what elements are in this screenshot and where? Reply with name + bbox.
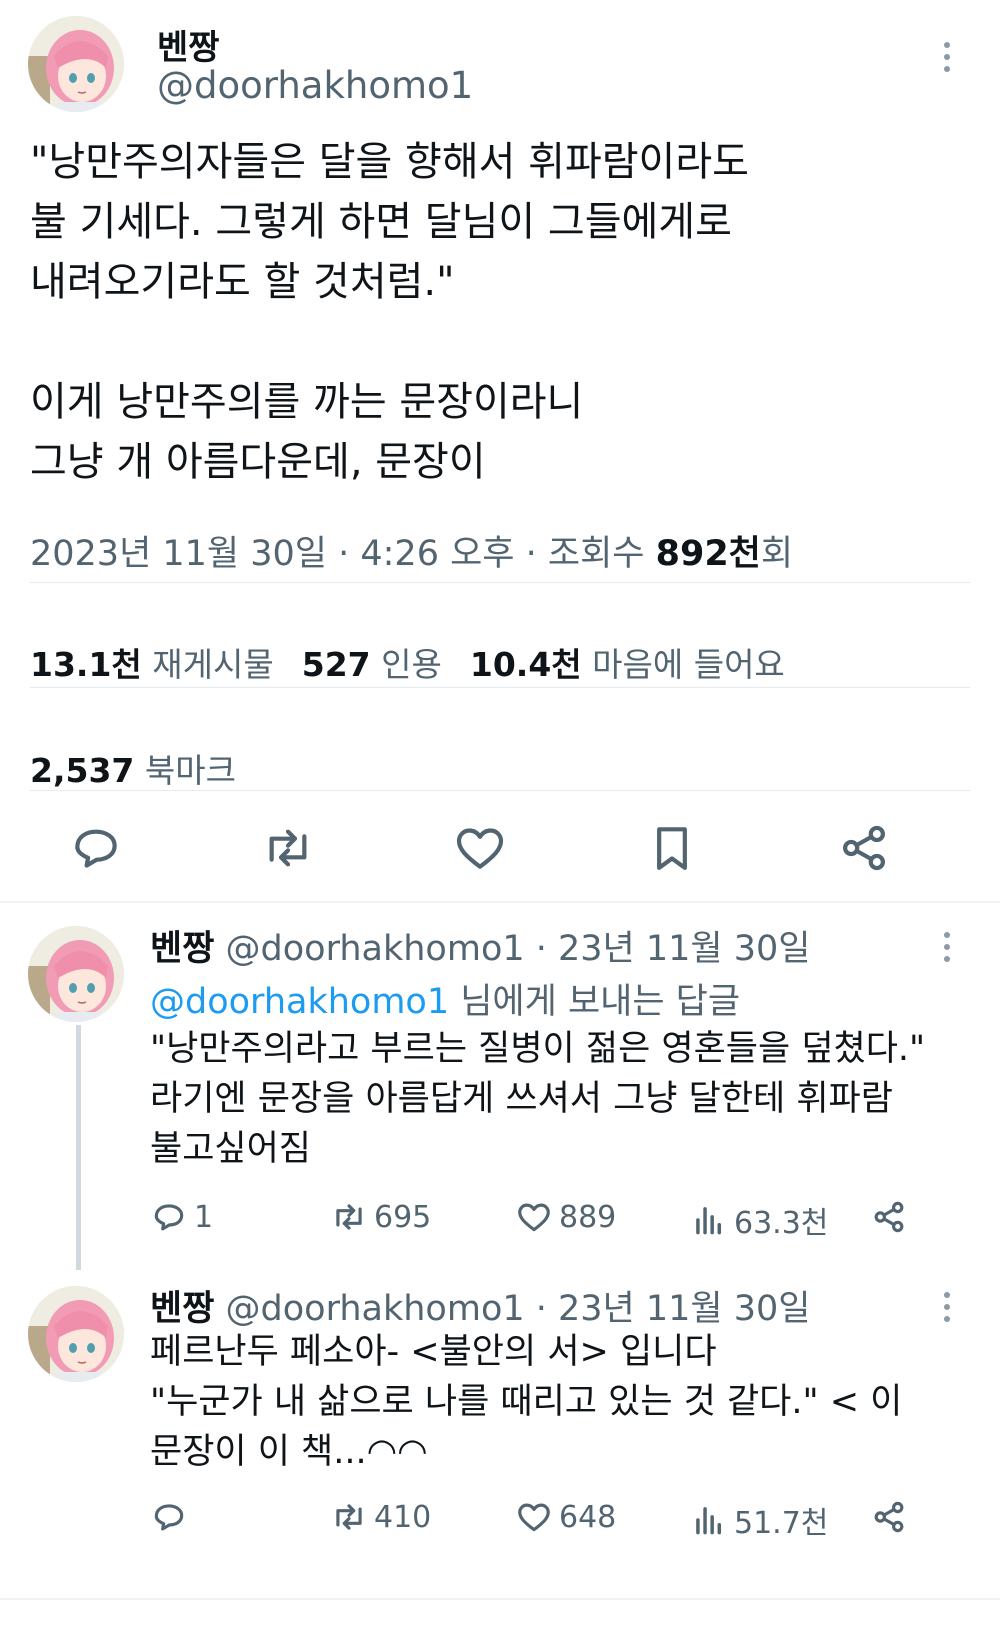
like-count: 889 bbox=[559, 1199, 617, 1235]
reply-icon bbox=[154, 1204, 184, 1231]
reply-text-line: 라기엔 문장을 아름답게 쓰셔서 그냥 달한테 휘파람 bbox=[150, 1079, 893, 1119]
tweet-text: "낭만주의자들은 달을 향해서 휘파람이라도 불 기세다. 그렇게 하면 달님이… bbox=[30, 132, 970, 492]
handle-and-date[interactable]: @doorhakhomo1 · 23년 11월 30일 bbox=[214, 1289, 811, 1329]
thread-line bbox=[76, 1025, 81, 1270]
views-count: 51.7천 bbox=[734, 1506, 829, 1541]
reply-text-line: 페르난두 페소아- <불안의 서> 입니다 bbox=[150, 1332, 717, 1372]
reply-icon bbox=[154, 1504, 184, 1531]
tweet-text-line: 이게 낭만주의를 까는 문장이라니 bbox=[30, 379, 584, 425]
views-count: 63.3천 bbox=[734, 1206, 829, 1241]
handle-and-date[interactable]: @doorhakhomo1 · 23년 11월 30일 bbox=[214, 929, 811, 969]
tweet-text-line: 그냥 개 아름다운데, 문장이 bbox=[30, 439, 486, 485]
reply-text-line: "누군가 내 삶으로 나를 때리고 있는 것 같다." < 이 bbox=[150, 1382, 903, 1422]
retweet-icon bbox=[336, 1504, 362, 1530]
reply-text: 페르난두 페소아- <불안의 서> 입니다 "누군가 내 삶으로 나를 때리고 … bbox=[150, 1327, 970, 1477]
section-divider bbox=[0, 901, 1000, 903]
views-suffix: 회 bbox=[760, 534, 794, 574]
retweet-count: 695 bbox=[374, 1199, 432, 1235]
heart-icon bbox=[518, 1503, 550, 1532]
more-options-icon[interactable] bbox=[940, 1292, 954, 1332]
tweet-text-line: 내려오기라도 할 것처럼." bbox=[30, 259, 455, 305]
retweets-count[interactable]: 13.1천 bbox=[30, 645, 142, 684]
author-name[interactable]: 벤짱 bbox=[150, 1289, 214, 1329]
author-name[interactable]: 벤짱 bbox=[157, 20, 220, 69]
share-button[interactable] bbox=[836, 820, 892, 876]
like-button[interactable]: 889 bbox=[515, 1198, 616, 1236]
retweet-button[interactable]: 410 bbox=[330, 1498, 431, 1536]
reply-text-line: 문장이 이 책...◠◠ bbox=[150, 1432, 428, 1472]
tweet-text-line: 불 기세다. 그렇게 하면 달님이 그들에게로 bbox=[30, 199, 732, 245]
retweet-button[interactable]: 695 bbox=[330, 1198, 431, 1236]
engagement-stats: 13.1천 재게시물 527 인용 10.4천 마음에 들어요 bbox=[30, 638, 785, 686]
tweet-text-line: "낭만주의자들은 달을 향해서 휘파람이라도 bbox=[30, 139, 749, 185]
avatar[interactable] bbox=[28, 926, 124, 1022]
share-icon bbox=[874, 1201, 904, 1233]
quotes-count[interactable]: 527 bbox=[302, 645, 371, 684]
reply-text-line: "낭만주의라고 부르는 질병이 젊은 영혼들을 덮쳤다." bbox=[150, 1029, 926, 1069]
bookmark-button[interactable] bbox=[644, 820, 700, 876]
replying-to: @doorhakhomo1 님에게 보내는 답글 bbox=[150, 973, 740, 1024]
reply-header: 벤짱 @doorhakhomo1 · 23년 11월 30일 bbox=[150, 1280, 810, 1331]
like-count: 648 bbox=[559, 1499, 617, 1535]
section-divider bbox=[0, 1598, 1000, 1600]
bookmarks-label: 북마크 bbox=[144, 751, 236, 790]
more-options-icon[interactable] bbox=[940, 932, 954, 972]
bookmark-stats: 2,537 북마크 bbox=[30, 744, 236, 792]
tweet-meta: 2023년 11월 30일 · 4:26 오후 · 조회수 892천회 bbox=[30, 525, 793, 576]
divider bbox=[30, 790, 970, 791]
reply-header: 벤짱 @doorhakhomo1 · 23년 11월 30일 bbox=[150, 920, 810, 971]
divider bbox=[30, 687, 970, 688]
tweet-text-line bbox=[30, 312, 970, 372]
heart-icon bbox=[456, 828, 504, 869]
like-button[interactable] bbox=[452, 820, 508, 876]
reply-count: 1 bbox=[194, 1199, 214, 1235]
likes-count[interactable]: 10.4천 bbox=[470, 645, 582, 684]
likes-label[interactable]: 마음에 들어요 bbox=[592, 645, 785, 684]
avatar[interactable] bbox=[28, 16, 124, 112]
more-options-icon[interactable] bbox=[940, 42, 954, 82]
reply-text: "낭만주의라고 부르는 질병이 젊은 영혼들을 덮쳤다." 라기엔 문장을 아름… bbox=[150, 1024, 970, 1174]
reply-button[interactable] bbox=[68, 820, 124, 876]
mention-link[interactable]: @doorhakhomo1 bbox=[150, 982, 449, 1022]
retweets-label[interactable]: 재게시물 bbox=[152, 645, 273, 684]
author-handle[interactable]: @doorhakhomo1 bbox=[157, 64, 473, 107]
share-icon bbox=[843, 825, 885, 871]
share-icon bbox=[874, 1501, 904, 1533]
avatar[interactable] bbox=[28, 1286, 124, 1382]
tweet-date[interactable]: 2023년 11월 30일 · 4:26 오후 · 조회수 bbox=[30, 534, 656, 574]
quotes-label[interactable]: 인용 bbox=[381, 645, 442, 684]
heart-icon bbox=[518, 1203, 550, 1232]
like-button[interactable]: 648 bbox=[515, 1498, 616, 1536]
reply-text-line: 불고싶어짐 bbox=[150, 1129, 312, 1169]
divider bbox=[30, 582, 970, 583]
retweet-count: 410 bbox=[374, 1499, 432, 1535]
retweet-button[interactable] bbox=[260, 820, 316, 876]
analytics-icon bbox=[696, 1207, 722, 1235]
views-button[interactable]: 51.7천 bbox=[690, 1498, 828, 1542]
views-count: 892천 bbox=[655, 534, 761, 574]
reply-icon bbox=[75, 829, 117, 868]
retweet-icon bbox=[336, 1204, 362, 1230]
bookmark-icon bbox=[657, 827, 687, 870]
share-button[interactable] bbox=[870, 1498, 914, 1536]
analytics-icon bbox=[696, 1507, 722, 1535]
share-button[interactable] bbox=[870, 1198, 914, 1236]
views-button[interactable]: 63.3천 bbox=[690, 1198, 828, 1242]
reply-button[interactable] bbox=[150, 1498, 194, 1536]
reply-button[interactable]: 1 bbox=[150, 1198, 213, 1236]
author-name[interactable]: 벤짱 bbox=[150, 929, 214, 969]
replying-suffix: 님에게 보내는 답글 bbox=[449, 982, 741, 1022]
bookmarks-count: 2,537 bbox=[30, 751, 135, 790]
retweet-icon bbox=[269, 829, 307, 867]
